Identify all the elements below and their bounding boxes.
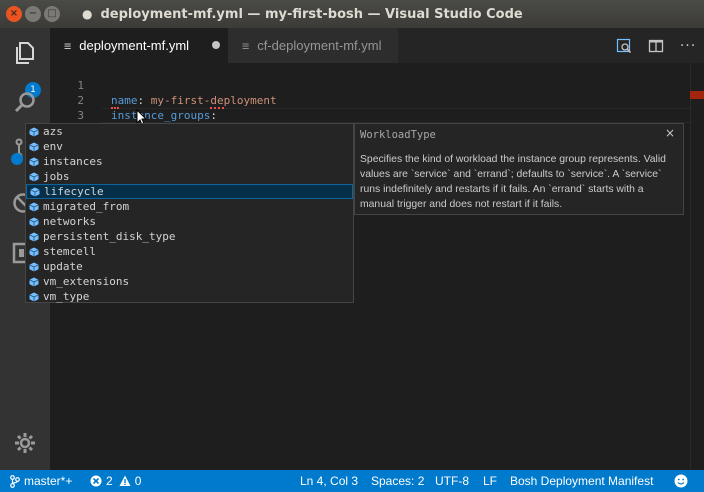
code-line: 2 instance_groups: [50,78,704,122]
suggest-item-label: migrated_from [43,200,130,213]
language-mode[interactable]: Bosh Deployment Manifest [510,470,653,492]
property-icon [29,157,39,166]
cursor-position[interactable]: Ln 4, Col 3 [300,470,358,492]
suggest-item[interactable]: stemcell [26,244,353,259]
feedback-button[interactable] [674,470,688,492]
suggest-item[interactable]: env [26,139,353,154]
code-line: 1 name: my-first-deployment [50,63,704,107]
file-lines-icon: ≡ [242,38,250,53]
window-title-text: deployment-mf.yml — my-first-bosh — Visu… [100,6,523,22]
property-icon [29,247,39,256]
tab-label: cf-deployment-mf.yml [257,38,382,53]
suggest-item-label: vm_type [43,290,90,303]
suggest-item-label: networks [43,215,96,228]
open-preview-button[interactable] [608,28,640,63]
suggest-item[interactable]: vm_type [26,289,353,304]
suggest-item[interactable]: instances [26,154,353,169]
window-title: ● deployment-mf.yml — my-first-bosh — Vis… [82,7,523,22]
encoding-status[interactable]: UTF-8 [435,470,469,492]
ellipsis-icon: ··· [679,37,697,54]
suggest-item-label: vm_extensions [43,275,130,288]
suggest-item[interactable]: migrated_from [26,199,353,214]
suggest-item[interactable]: networks [26,214,353,229]
property-icon [30,187,40,196]
split-editor-button[interactable] [640,28,672,63]
file-lines-icon: ≡ [64,38,72,53]
eol-status[interactable]: LF [483,470,497,492]
suggest-item-label: lifecycle [44,185,104,198]
tab-deployment-mf[interactable]: ≡ deployment-mf.yml [50,28,228,63]
search-icon[interactable] [12,90,38,116]
editor-tab-bar: ≡ deployment-mf.yml ≡ cf-deployment-mf.y… [50,28,704,63]
suggest-item[interactable]: azs [26,124,353,139]
property-icon [29,142,39,151]
branch-name: master*+ [24,474,73,488]
warning-icon [119,475,131,486]
suggest-item[interactable]: lifecycle [26,184,353,199]
overview-ruler-error-marker [690,91,704,99]
property-icon [29,202,39,211]
overview-ruler[interactable] [690,63,691,470]
error-squiggle [111,106,119,109]
property-icon [29,262,39,271]
error-count: 2 [106,474,113,488]
gear-icon[interactable] [14,432,36,454]
details-type: WorkloadType [360,129,436,141]
suggest-item[interactable]: persistent_disk_type [26,229,353,244]
suggest-item-label: jobs [43,170,70,183]
dirty-indicator-icon[interactable] [212,41,220,49]
git-branch-icon [10,474,20,488]
suggest-item[interactable]: vm_extensions [26,274,353,289]
suggest-item-label: azs [43,125,63,138]
tab-cf-deployment-mf[interactable]: ≡ cf-deployment-mf.yml [228,28,398,63]
suggest-item-label: env [43,140,63,153]
window-minimize-button[interactable]: − [25,6,41,22]
details-documentation: Specifies the kind of workload the insta… [360,154,666,210]
source-control-dot-icon [11,153,23,165]
unsaved-dot-icon: ● [82,6,93,21]
suggest-item[interactable]: jobs [26,169,353,184]
property-icon [29,292,39,301]
property-icon [29,232,39,241]
smiley-icon [674,474,688,488]
git-branch-status[interactable]: master*+ [10,470,72,492]
status-bar: master*+ 2 0 Ln 4, Col 3 Spaces: 2 UTF-8… [0,470,704,492]
error-squiggle [210,106,224,109]
property-icon [29,217,39,226]
title-bar: × − □ ● deployment-mf.yml — my-first-bosh… [0,0,704,28]
property-icon [29,172,39,181]
property-icon [29,127,39,136]
window-close-button[interactable]: × [6,6,22,22]
suggest-item-label: stemcell [43,245,96,258]
property-icon [29,277,39,286]
window-maximize-button[interactable]: □ [44,6,60,22]
error-icon [90,475,102,487]
suggest-details: WorkloadType × Specifies the kind of wor… [354,123,684,215]
problems-status[interactable]: 2 0 [90,470,141,492]
suggest-item-label: update [43,260,83,273]
more-actions-button[interactable]: ··· [672,28,704,63]
suggest-item-label: persistent_disk_type [43,230,176,243]
suggest-widget: azs env instances jobs lifecycle migrated_fro… [25,123,354,303]
preview-search-icon [616,38,632,53]
code-line: 3 - name: my-server [50,93,704,137]
code-line: 4 ·· [50,108,704,152]
tab-label: deployment-mf.yml [79,38,190,53]
split-editor-icon [648,39,664,52]
warning-count: 0 [134,474,142,488]
indentation-status[interactable]: Spaces: 2 [371,470,424,492]
details-close-button[interactable]: × [665,126,675,140]
files-icon[interactable] [12,40,38,66]
suggest-item[interactable]: update [26,259,353,274]
suggest-item-label: instances [43,155,103,168]
editor-actions: ··· [608,28,704,63]
